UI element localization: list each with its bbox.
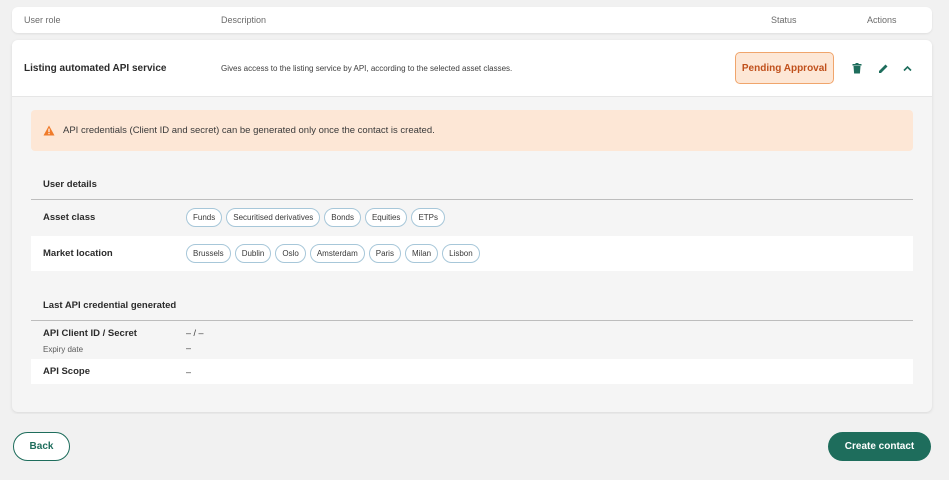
market-location-row: Market location Brussels Dublin Oslo Ams…: [31, 236, 913, 271]
alert-text: API credentials (Client ID and secret) c…: [63, 125, 435, 136]
credentials-title: Last API credential generated: [43, 300, 177, 311]
expiry-date-value: –: [186, 343, 192, 353]
location-chip: Brussels: [186, 244, 231, 263]
header-user-role: User role: [24, 15, 61, 25]
location-chip: Milan: [404, 244, 439, 263]
location-chip: Paris: [368, 244, 401, 263]
asset-class-chips: Funds Securitised derivatives Bonds Equi…: [186, 208, 445, 227]
trash-icon: [852, 62, 862, 73]
client-secret-label: API Client ID / Secret: [43, 328, 137, 339]
location-chip: Oslo: [275, 244, 306, 263]
expiry-date-label: Expiry date: [43, 345, 84, 354]
client-secret-value: – / –: [186, 328, 204, 338]
client-secret-row: API Client ID / Secret – / – Expiry date…: [31, 321, 913, 359]
location-chip: Amsterdam: [309, 244, 365, 263]
pencil-icon: [878, 64, 887, 73]
row-summary[interactable]: Listing automated API service Gives acce…: [12, 40, 932, 97]
api-scope-value: –: [186, 366, 192, 377]
asset-chip: Bonds: [324, 208, 361, 227]
market-location-chips: Brussels Dublin Oslo Amsterdam Paris Mil…: [186, 244, 480, 263]
collapse-button[interactable]: [900, 61, 914, 75]
footer-bar: [0, 414, 949, 480]
asset-chip: Funds: [186, 208, 223, 227]
create-contact-button[interactable]: Create contact: [828, 432, 931, 461]
table-header: User role Description Status Actions: [12, 7, 932, 33]
back-button[interactable]: Back: [13, 432, 70, 461]
asset-class-row: Asset class Funds Securitised derivative…: [31, 200, 913, 235]
warning-icon: [43, 125, 55, 136]
role-name: Listing automated API service: [24, 63, 167, 74]
delete-button[interactable]: [850, 61, 864, 75]
header-status: Status: [771, 15, 797, 25]
asset-class-label: Asset class: [43, 212, 96, 223]
api-scope-row: API Scope –: [31, 359, 913, 384]
api-scope-label: API Scope: [43, 366, 90, 377]
location-chip: Dublin: [234, 244, 272, 263]
user-details-title: User details: [43, 179, 97, 190]
market-location-label: Market location: [43, 248, 113, 259]
user-role-row: Listing automated API service Gives acce…: [12, 40, 932, 412]
asset-chip: Securitised derivatives: [226, 208, 321, 227]
status-badge: Pending Approval: [735, 52, 834, 84]
role-description: Gives access to the listing service by A…: [221, 64, 513, 73]
asset-chip: Equities: [364, 208, 408, 227]
edit-button[interactable]: [876, 61, 890, 75]
asset-chip: ETPs: [411, 208, 445, 227]
chevron-up-icon: [902, 65, 912, 71]
header-description: Description: [221, 15, 267, 25]
credentials-alert: API credentials (Client ID and secret) c…: [31, 110, 913, 151]
header-actions: Actions: [867, 15, 897, 25]
location-chip: Lisbon: [442, 244, 480, 263]
